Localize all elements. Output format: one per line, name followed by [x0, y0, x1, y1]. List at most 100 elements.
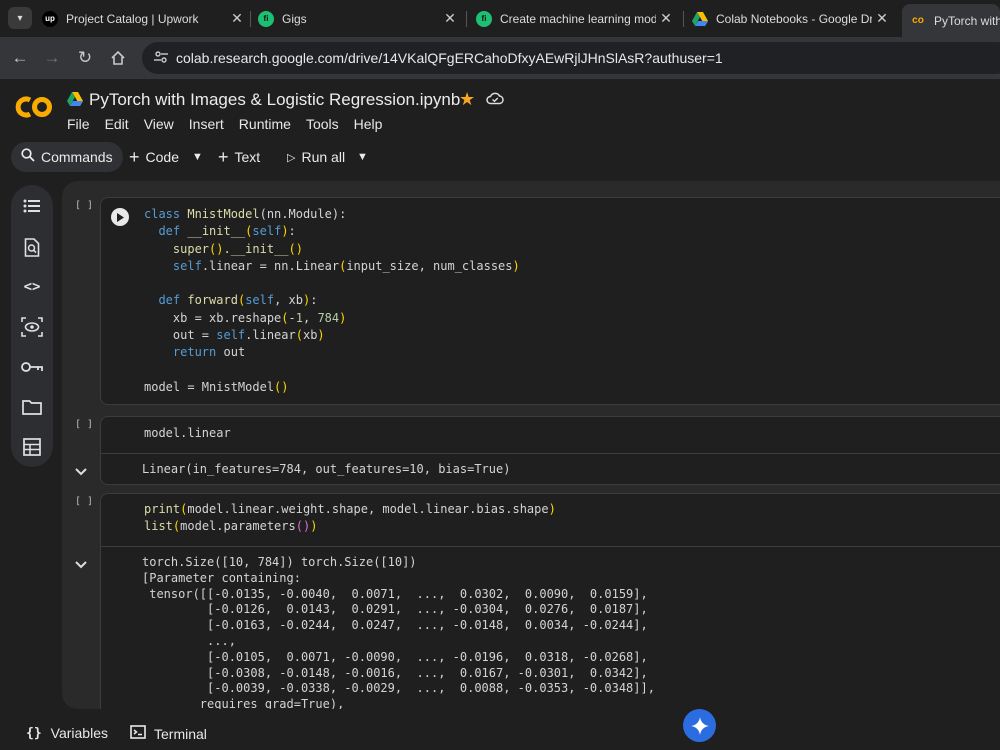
reload-icon[interactable]: ↻ [73, 46, 97, 70]
code-line: self.linear = nn.Linear(input_size, num_… [172, 258, 520, 273]
back-arrow-icon[interactable]: ← [8, 46, 32, 70]
code-line: list(model.parameters()) [144, 519, 318, 534]
add-text-button[interactable]: + Text [218, 142, 260, 172]
tab-search-dropdown-icon[interactable]: ▾ [8, 7, 32, 29]
browser-tab[interactable]: fi Gigs ✕ [258, 0, 460, 37]
notebook-toolbar: Commands + Code ▼ + Text ▷ Run all ▼ [0, 139, 1000, 177]
code-line: xb = xb.reshape(-1, 784) [144, 310, 347, 325]
tab-separator [250, 11, 251, 27]
code-editor[interactable]: model.linear [144, 425, 231, 442]
address-bar[interactable]: colab.research.google.com/drive/14VKalQF… [142, 42, 1000, 74]
code-line: out = self.linear(xb) [144, 328, 325, 343]
fiverr-icon: fi [258, 10, 274, 27]
code-line: model.linear [144, 426, 231, 440]
output-line: ..., [142, 633, 236, 648]
close-tab-icon[interactable]: ✕ [440, 10, 460, 27]
browser-tab-strip: ▾ up Project Catalog | Upwork ✕ fi Gigs … [0, 0, 1000, 37]
plus-icon: + [129, 146, 140, 167]
search-icon [21, 148, 35, 166]
variables-inspector-icon[interactable] [19, 314, 45, 340]
output-line: [-0.0126, 0.0143, 0.0291, ..., -0.0304, … [142, 602, 648, 617]
notebook-area: [ ] class MnistModel(nn.Module): def __i… [62, 177, 1000, 716]
collapse-output-chevron-icon[interactable] [75, 557, 87, 569]
colab-icon: co [912, 15, 924, 26]
terminal-icon [130, 725, 146, 742]
code-dropdown-icon[interactable]: ▼ [192, 142, 203, 172]
output-line: [-0.0163, -0.0244, 0.0247, ..., -0.0148,… [142, 618, 648, 633]
collapse-output-chevron-icon[interactable] [75, 464, 87, 476]
variables-braces-icon: {} [26, 725, 42, 741]
code-line: super().__init__() [172, 241, 303, 256]
plus-icon: + [218, 146, 229, 167]
run-cell-button[interactable] [111, 208, 129, 226]
menu-view[interactable]: View [144, 116, 174, 132]
menu-help[interactable]: Help [354, 116, 383, 132]
code-snippets-icon[interactable]: <> [19, 274, 45, 300]
menu-bar: File Edit View Insert Runtime Tools Help [67, 116, 397, 132]
commands-label: Commands [41, 149, 113, 165]
commands-button[interactable]: Commands [11, 142, 123, 172]
browser-tab[interactable]: fi Create machine learning model ✕ [476, 0, 676, 37]
menu-insert[interactable]: Insert [189, 116, 224, 132]
cell-output: Linear(in_features=784, out_features=10,… [142, 462, 510, 478]
upwork-icon: up [42, 10, 58, 27]
output-line: requires_grad=True), [142, 697, 345, 709]
cell-execution-count: [ ] [75, 496, 94, 507]
notebook-scroll-panel[interactable]: [ ] class MnistModel(nn.Module): def __i… [62, 181, 1000, 709]
run-all-dropdown-icon[interactable]: ▼ [357, 142, 368, 172]
secrets-key-icon[interactable] [19, 354, 45, 380]
forward-arrow-icon[interactable]: → [40, 46, 64, 70]
code-line: def __init__(self): [158, 224, 296, 239]
notebook-title[interactable]: PyTorch with Images & Logistic Regressio… [89, 90, 460, 110]
add-code-button[interactable]: + Code [129, 142, 179, 172]
data-table-icon[interactable] [19, 434, 45, 460]
code-editor[interactable]: print(model.linear.weight.shape, model.l… [144, 501, 556, 536]
code-line: model = MnistModel() [144, 379, 289, 394]
star-icon[interactable]: ★ [459, 89, 475, 110]
left-sidebar-rail: <> [0, 177, 62, 716]
gemini-sparkle-icon[interactable] [683, 709, 716, 742]
browser-tab[interactable]: up Project Catalog | Upwork ✕ [42, 0, 247, 37]
output-line: Linear(in_features=784, out_features=10,… [142, 462, 511, 476]
output-divider [101, 453, 1000, 454]
terminal-button[interactable]: Terminal [130, 725, 207, 742]
home-icon[interactable] [106, 46, 130, 70]
run-all-label: Run all [301, 149, 346, 165]
url-text: colab.research.google.com/drive/14VKalQF… [176, 50, 723, 66]
output-divider [101, 546, 1000, 547]
tab-title: Project Catalog | Upwork [66, 11, 199, 26]
code-line: def forward(self, xb): [158, 293, 318, 308]
close-tab-icon[interactable]: ✕ [656, 10, 676, 27]
google-drive-icon[interactable] [67, 92, 83, 106]
colab-logo-icon[interactable] [14, 93, 54, 121]
files-folder-icon[interactable] [19, 394, 45, 420]
tab-title: Colab Notebooks - Google Drive [716, 11, 872, 26]
find-icon[interactable] [19, 234, 45, 260]
fiverr-icon: fi [476, 10, 492, 27]
output-line: [-0.0105, 0.0071, -0.0090, ..., -0.0196,… [142, 649, 648, 664]
browser-tab[interactable]: Colab Notebooks - Google Drive ✕ [692, 0, 892, 37]
run-all-button[interactable]: ▷ Run all [287, 142, 345, 172]
browser-toolbar: ← → ↻ colab.research.google.com/drive/14… [0, 37, 1000, 79]
code-cell[interactable]: class MnistModel(nn.Module): def __init_… [100, 197, 1000, 405]
menu-file[interactable]: File [67, 116, 90, 132]
output-line: torch.Size([10, 784]) torch.Size([10]) [142, 555, 417, 569]
menu-edit[interactable]: Edit [105, 116, 129, 132]
tab-separator [466, 11, 467, 27]
site-settings-icon[interactable] [152, 49, 170, 67]
browser-tab-active[interactable]: co PyTorch with Im [902, 4, 1000, 37]
cloud-saved-icon[interactable] [486, 91, 504, 109]
toc-icon[interactable] [19, 193, 45, 219]
cell-execution-count: [ ] [75, 419, 94, 430]
menu-runtime[interactable]: Runtime [239, 116, 291, 132]
close-tab-icon[interactable]: ✕ [227, 10, 247, 27]
code-editor[interactable]: class MnistModel(nn.Module): def __init_… [144, 206, 520, 396]
menu-tools[interactable]: Tools [306, 116, 339, 132]
close-tab-icon[interactable]: ✕ [872, 10, 892, 27]
output-line: [Parameter containing: [142, 570, 301, 585]
variables-button[interactable]: {} Variables [26, 725, 108, 741]
code-label: Code [145, 149, 179, 165]
variables-label: Variables [50, 725, 108, 741]
cell-output: torch.Size([10, 784]) torch.Size([10]) [P… [142, 555, 655, 709]
